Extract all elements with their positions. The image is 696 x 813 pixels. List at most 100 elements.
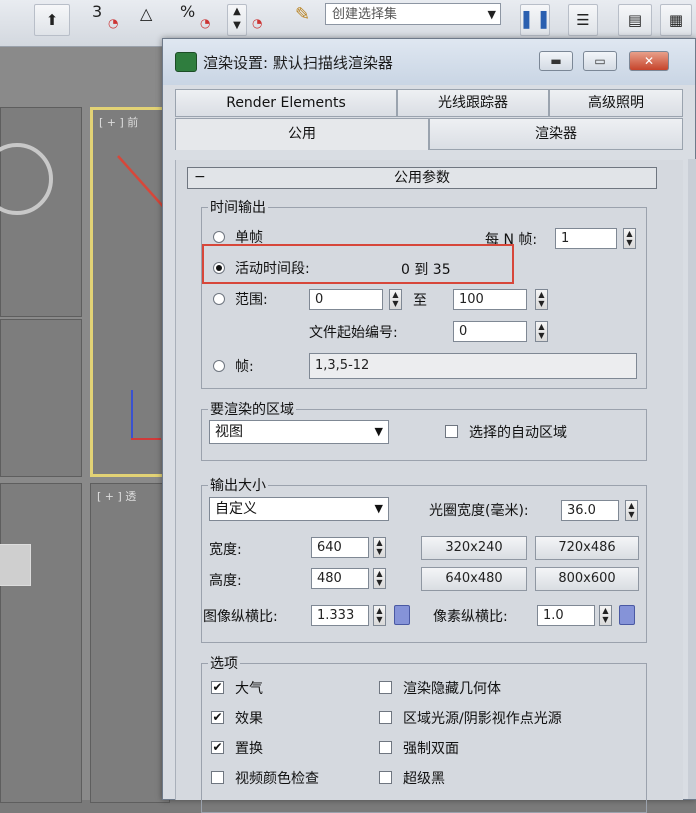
image-aspect-input[interactable]: 1.333 <box>311 605 369 626</box>
displacement-label: 置换 <box>235 741 263 757</box>
height-spinner[interactable]: ▲ ▼ <box>373 568 386 589</box>
every-n-input[interactable]: 1 <box>555 228 617 249</box>
named-selection-set-combo[interactable]: 创建选择集 ▼ <box>325 3 501 25</box>
atmospherics-label: 大气 <box>235 681 263 697</box>
video-color-check-checkbox[interactable] <box>211 771 224 784</box>
time-output-legend: 时间输出 <box>210 200 266 216</box>
range-to-spinner[interactable]: ▲ ▼ <box>535 289 548 310</box>
displacement-checkbox[interactable]: ✔ <box>211 741 224 754</box>
viewport-top-left[interactable] <box>0 107 82 317</box>
file-start-input[interactable]: 0 <box>453 321 527 342</box>
render-hidden-label: 渲染隐藏几何体 <box>403 681 501 697</box>
aperture-input[interactable]: 36.0 <box>561 500 619 521</box>
object-preview-icon <box>0 143 53 215</box>
pixel-aspect-spinner[interactable]: ▲ ▼ <box>599 605 612 626</box>
tab-render-elements[interactable]: Render Elements <box>175 89 397 117</box>
close-button[interactable]: ✕ <box>629 51 669 71</box>
range-to-input[interactable]: 100 <box>453 289 527 310</box>
spinner-snap-icon[interactable]: ▲ ▼ <box>227 4 247 36</box>
every-n-spinner[interactable]: ▲ ▼ <box>623 228 636 249</box>
radio-frames[interactable] <box>213 360 225 372</box>
dialog-titlebar[interactable]: 渲染设置: 默认扫描线渲染器 ▬ ▭ ✕ <box>163 39 695 85</box>
percent-magnet-icon: ◔ <box>200 16 211 30</box>
panel-scrollbar[interactable] <box>688 159 696 799</box>
force-2-sided-checkbox[interactable] <box>379 741 392 754</box>
pixel-aspect-label: 像素纵横比: <box>433 609 508 625</box>
rollout-toggle[interactable]: − <box>194 167 206 187</box>
minimize-button[interactable]: ▬ <box>539 51 573 71</box>
restore-button[interactable]: ▭ <box>583 51 617 71</box>
rollout-title: 公用参数 <box>394 170 450 186</box>
preset-320x240-button[interactable]: 320x240 <box>421 536 527 560</box>
image-aspect-spinner[interactable]: ▲ ▼ <box>373 605 386 626</box>
render-area-value: 视图 <box>215 424 243 440</box>
upload-icon[interactable]: ⬆ <box>34 4 70 36</box>
render-hidden-checkbox[interactable] <box>379 681 392 694</box>
tab-renderer[interactable]: 渲染器 <box>429 118 683 150</box>
video-color-check-label: 视频颜色检查 <box>235 771 319 787</box>
layer-manager-icon[interactable]: ▤ <box>618 4 652 36</box>
range-to-label: 至 <box>413 293 427 309</box>
auto-region-label: 选择的自动区域 <box>469 425 567 441</box>
output-size-preset-select[interactable]: 自定义 ▼ <box>209 497 389 521</box>
viewport-label: [ + ] 前 <box>99 116 139 129</box>
atmospherics-checkbox[interactable]: ✔ <box>211 681 224 694</box>
angle-snap-icon[interactable]: △ <box>140 4 152 23</box>
dialog-title: 渲染设置: 默认扫描线渲染器 <box>203 54 393 72</box>
tab-common[interactable]: 公用 <box>175 118 429 150</box>
viewport-left[interactable] <box>0 319 82 477</box>
range-label: 范围: <box>235 292 268 308</box>
axis-x-icon <box>131 438 161 440</box>
object-box-icon <box>0 544 31 586</box>
lock-pixel-aspect-icon[interactable] <box>619 605 635 625</box>
curve-editor-icon[interactable]: ▦ <box>660 4 692 36</box>
output-size-preset-value: 自定义 <box>215 501 257 517</box>
file-start-spinner[interactable]: ▲ ▼ <box>535 321 548 342</box>
height-input[interactable]: 480 <box>311 568 369 589</box>
align-icon[interactable]: ☰ <box>568 4 598 36</box>
width-input[interactable]: 640 <box>311 537 369 558</box>
render-area-select[interactable]: 视图 ▼ <box>209 420 389 444</box>
render-setup-dialog: 渲染设置: 默认扫描线渲染器 ▬ ▭ ✕ Render Elements 光线跟… <box>162 38 696 813</box>
axis-z-icon <box>131 390 133 440</box>
mirror-icon[interactable]: ▌▐ <box>520 4 550 36</box>
chevron-down-icon: ▼ <box>374 502 383 515</box>
output-size-legend: 输出大小 <box>210 478 266 494</box>
edit-named-selection-icon[interactable]: ✎ <box>295 4 310 25</box>
radio-single[interactable] <box>213 231 225 243</box>
range-from-input[interactable]: 0 <box>309 289 383 310</box>
effects-label: 效果 <box>235 711 263 727</box>
width-spinner[interactable]: ▲ ▼ <box>373 537 386 558</box>
annotation-highlight-box <box>202 244 514 284</box>
options-group: 选项 <box>201 653 647 813</box>
area-lights-label: 区域光源/阴影视作点光源 <box>403 711 562 727</box>
range-from-spinner[interactable]: ▲ ▼ <box>389 289 402 310</box>
common-parameters-rollout[interactable]: − 公用参数 <box>187 167 657 189</box>
snap-3-icon[interactable]: 3 <box>92 2 102 21</box>
tab-advanced-lighting[interactable]: 高级照明 <box>549 89 683 117</box>
area-lights-checkbox[interactable] <box>379 711 392 724</box>
preset-720x486-button[interactable]: 720x486 <box>535 536 639 560</box>
tab-raytracer[interactable]: 光线跟踪器 <box>397 89 549 117</box>
magnet-icon[interactable]: ◔ <box>108 16 118 30</box>
viewport-perspective[interactable]: [ + ] 透 <box>90 483 170 803</box>
effects-checkbox[interactable]: ✔ <box>211 711 224 724</box>
app-logo-icon <box>175 52 197 72</box>
viewport-label: [ + ] 透 <box>97 490 137 503</box>
radio-range[interactable] <box>213 293 225 305</box>
image-aspect-label: 图像纵横比: <box>203 609 278 625</box>
frames-label: 帧: <box>235 359 254 375</box>
super-black-checkbox[interactable] <box>379 771 392 784</box>
auto-region-checkbox[interactable] <box>445 425 458 438</box>
aperture-spinner[interactable]: ▲ ▼ <box>625 500 638 521</box>
lock-image-aspect-icon[interactable] <box>394 605 410 625</box>
frames-input[interactable]: 1,3,5-12 <box>309 353 637 379</box>
pixel-aspect-input[interactable]: 1.0 <box>537 605 595 626</box>
viewport-bottom-left[interactable] <box>0 483 82 803</box>
file-start-label: 文件起始编号: <box>309 325 398 341</box>
spinner-magnet-icon: ◔ <box>252 16 263 30</box>
preset-800x600-button[interactable]: 800x600 <box>535 567 639 591</box>
percent-snap-icon[interactable]: % <box>180 2 195 21</box>
named-selection-set-value: 创建选择集 <box>332 7 398 22</box>
preset-640x480-button[interactable]: 640x480 <box>421 567 527 591</box>
